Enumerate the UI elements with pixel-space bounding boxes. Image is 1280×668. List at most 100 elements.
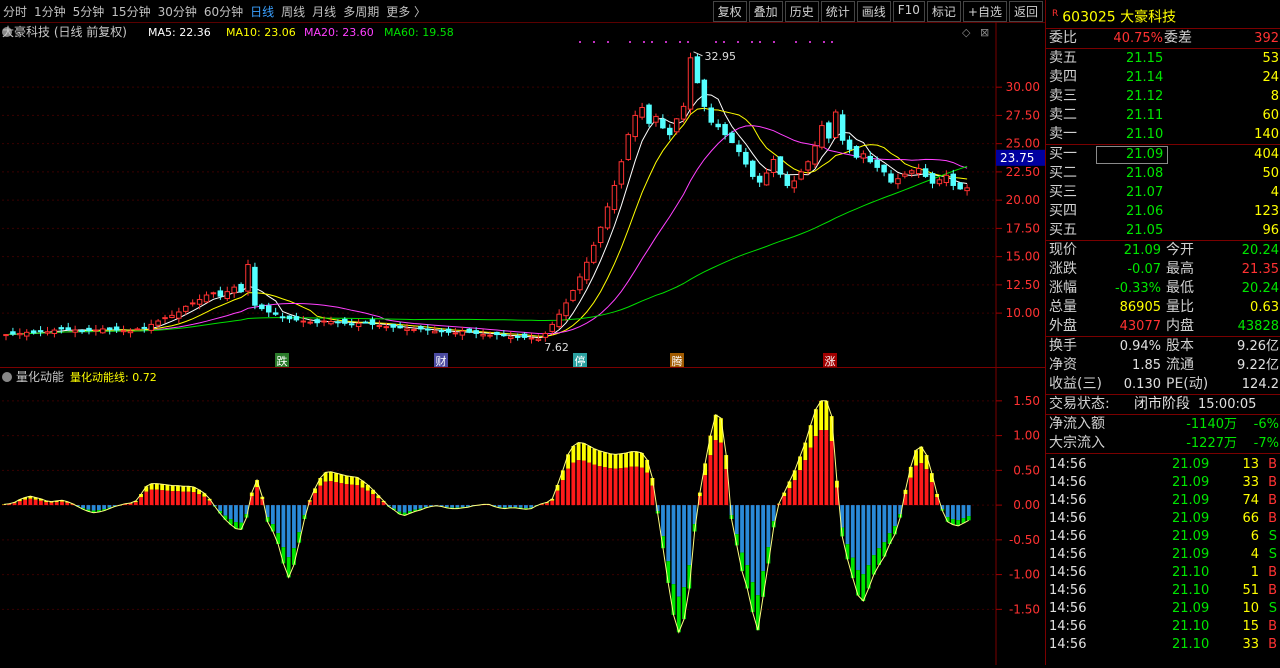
indicator-bar xyxy=(281,505,286,564)
candle xyxy=(210,291,217,298)
tool-button[interactable]: 统计 xyxy=(820,1,855,22)
bids-row[interactable]: 买一 21.09 404 xyxy=(1046,145,1280,164)
quote-label: 总量 xyxy=(1049,299,1077,315)
candle xyxy=(597,226,604,248)
asks-row[interactable]: 卖三 21.12 8 xyxy=(1046,87,1280,106)
indicator-chart[interactable]: -1.50 -1.00 -0.50 0.00 0.50 1.00 1.50 量化动能 量化动能线… xyxy=(0,368,1045,665)
asks-row[interactable]: 卖四 21.14 24 xyxy=(1046,68,1280,87)
candle xyxy=(196,294,203,310)
candle xyxy=(203,291,210,303)
bids-row[interactable]: 买五 21.05 96 xyxy=(1046,221,1280,240)
top-toolbar: 分时 1分钟 5分钟 15分钟 30分钟 60分钟 日线 周线 月线 多周期 更多 〉 复权 叠加 历史… xyxy=(0,0,1045,23)
period-tab[interactable]: 30分钟 xyxy=(158,3,197,20)
period-tab[interactable]: 更多 〉 xyxy=(386,3,426,20)
tool-button[interactable]: 画线 xyxy=(856,1,891,22)
indicator-bar xyxy=(160,484,165,506)
indicator-bar xyxy=(861,505,866,602)
tool-button[interactable]: 复权 xyxy=(712,1,747,22)
period-tab[interactable]: 15分钟 xyxy=(111,3,150,20)
indicator-bar xyxy=(645,459,650,506)
tool-button[interactable]: 历史 xyxy=(784,1,819,22)
trade-status-time: 15:00:05 xyxy=(1198,397,1257,412)
tick-side: B xyxy=(1268,475,1277,490)
tool-button[interactable]: 叠加 xyxy=(748,1,783,22)
bid-book: 买一 21.09 404 买二 21.08 50 买三 21.07 4 买四 21.06 123 买五 2… xyxy=(1046,145,1280,240)
indicator-bar xyxy=(819,400,824,506)
event-label-3: 腾 xyxy=(672,354,683,367)
period-tab[interactable]: 60分钟 xyxy=(204,3,243,20)
tool-button[interactable]: +自选 xyxy=(962,1,1007,22)
indicator-bar xyxy=(713,414,718,506)
quote-value: 0.63 xyxy=(1250,300,1279,315)
bids-row[interactable]: 买三 21.07 4 xyxy=(1046,183,1280,202)
candle xyxy=(521,332,528,340)
quote-stats: 现价 21.09 今开 20.24 涨跌 -0.07 最高 21.35 涨幅 -0.33% 最低 20… xyxy=(1046,241,1280,336)
tick-price: 21.10 xyxy=(1172,637,1210,652)
tool-button[interactable]: 返回 xyxy=(1008,1,1043,22)
diamond-icon[interactable]: ◇ xyxy=(962,26,971,39)
quote-value: 43077 xyxy=(1119,319,1161,334)
kline-chart[interactable]: 10.00 12.50 15.00 17.50 20.00 22.50 25.00 27.50… xyxy=(0,22,1045,368)
fin-label: 换手 xyxy=(1049,338,1077,354)
price-tick-label: 25.00 xyxy=(1006,137,1040,151)
period-tab[interactable]: 分时 xyxy=(3,3,27,20)
indicator-bar xyxy=(676,505,681,633)
tool-button[interactable]: F10 xyxy=(892,1,925,22)
indicator-bar xyxy=(49,501,54,506)
candle xyxy=(445,326,452,336)
period-tab[interactable]: 月线 xyxy=(312,3,336,20)
asks-row[interactable]: 卖五 21.15 53 xyxy=(1046,49,1280,68)
indicator-bar xyxy=(402,505,407,516)
tick-price: 21.09 xyxy=(1172,475,1210,490)
quote-value: 43828 xyxy=(1237,319,1279,334)
indicator-bar xyxy=(571,446,576,506)
tool-button[interactable]: 标记 xyxy=(926,1,961,22)
indicator-bar xyxy=(755,505,760,631)
asks-row[interactable]: 卖一 21.10 140 xyxy=(1046,125,1280,144)
candle xyxy=(667,124,673,140)
tick-row: 14:56 21.10 15 B xyxy=(1046,618,1280,636)
period-tab[interactable]: 1分钟 xyxy=(34,3,66,20)
indicator-bar xyxy=(560,470,565,506)
candle xyxy=(964,184,970,196)
indicator-bar xyxy=(866,505,871,589)
candle xyxy=(832,109,839,140)
indicator-bar xyxy=(951,505,955,525)
tick-price: 21.09 xyxy=(1172,511,1210,526)
candle xyxy=(348,318,355,328)
indicator-bar xyxy=(592,448,597,506)
collapse-icon[interactable] xyxy=(2,372,12,382)
period-tab[interactable]: 多周期 xyxy=(343,3,379,20)
asks-volume: 60 xyxy=(1262,108,1279,123)
tick-list[interactable]: 14:56 21.09 13 B 14:56 21.09 33 B 14:56 21.09 74 B 1… xyxy=(1046,454,1280,654)
indicator-bar xyxy=(28,496,33,506)
stock-name: 大豪科技 xyxy=(1120,9,1177,26)
indicator-bar xyxy=(608,453,613,506)
indicator-bar xyxy=(365,484,370,506)
close-icon[interactable]: ⊠ xyxy=(980,26,989,39)
candle xyxy=(362,320,369,324)
indicator-bar xyxy=(803,442,808,506)
bids-row[interactable]: 买二 21.08 50 xyxy=(1046,164,1280,183)
tick-row: 14:56 21.09 66 B xyxy=(1046,510,1280,528)
candle xyxy=(314,318,320,327)
bids-price: 21.06 xyxy=(1126,204,1164,219)
asks-row[interactable]: 卖二 21.11 60 xyxy=(1046,106,1280,125)
indicator-bar xyxy=(154,483,159,506)
period-tab[interactable]: 周线 xyxy=(281,3,305,20)
signal-dot xyxy=(751,41,753,43)
candle xyxy=(743,147,749,168)
indicator-chart-svg[interactable]: -1.50 -1.00 -0.50 0.00 0.50 1.00 1.50 量化动能 量化动能线… xyxy=(0,368,1045,665)
candle xyxy=(134,327,141,331)
asks-price: 21.11 xyxy=(1126,108,1164,123)
flow-label: 净流入额 xyxy=(1049,416,1105,432)
tick-volume: 33 xyxy=(1242,637,1259,652)
candle xyxy=(3,334,9,341)
period-tab[interactable]: 日线 xyxy=(250,3,274,20)
bids-row[interactable]: 买四 21.06 123 xyxy=(1046,202,1280,221)
indicator-bar xyxy=(144,486,149,506)
kline-chart-svg[interactable]: 10.00 12.50 15.00 17.50 20.00 22.50 25.00 27.50… xyxy=(0,22,1045,368)
tick-row: 14:56 21.09 6 S xyxy=(1046,528,1280,546)
period-tab[interactable]: 5分钟 xyxy=(73,3,105,20)
asks-price: 21.12 xyxy=(1126,89,1164,104)
